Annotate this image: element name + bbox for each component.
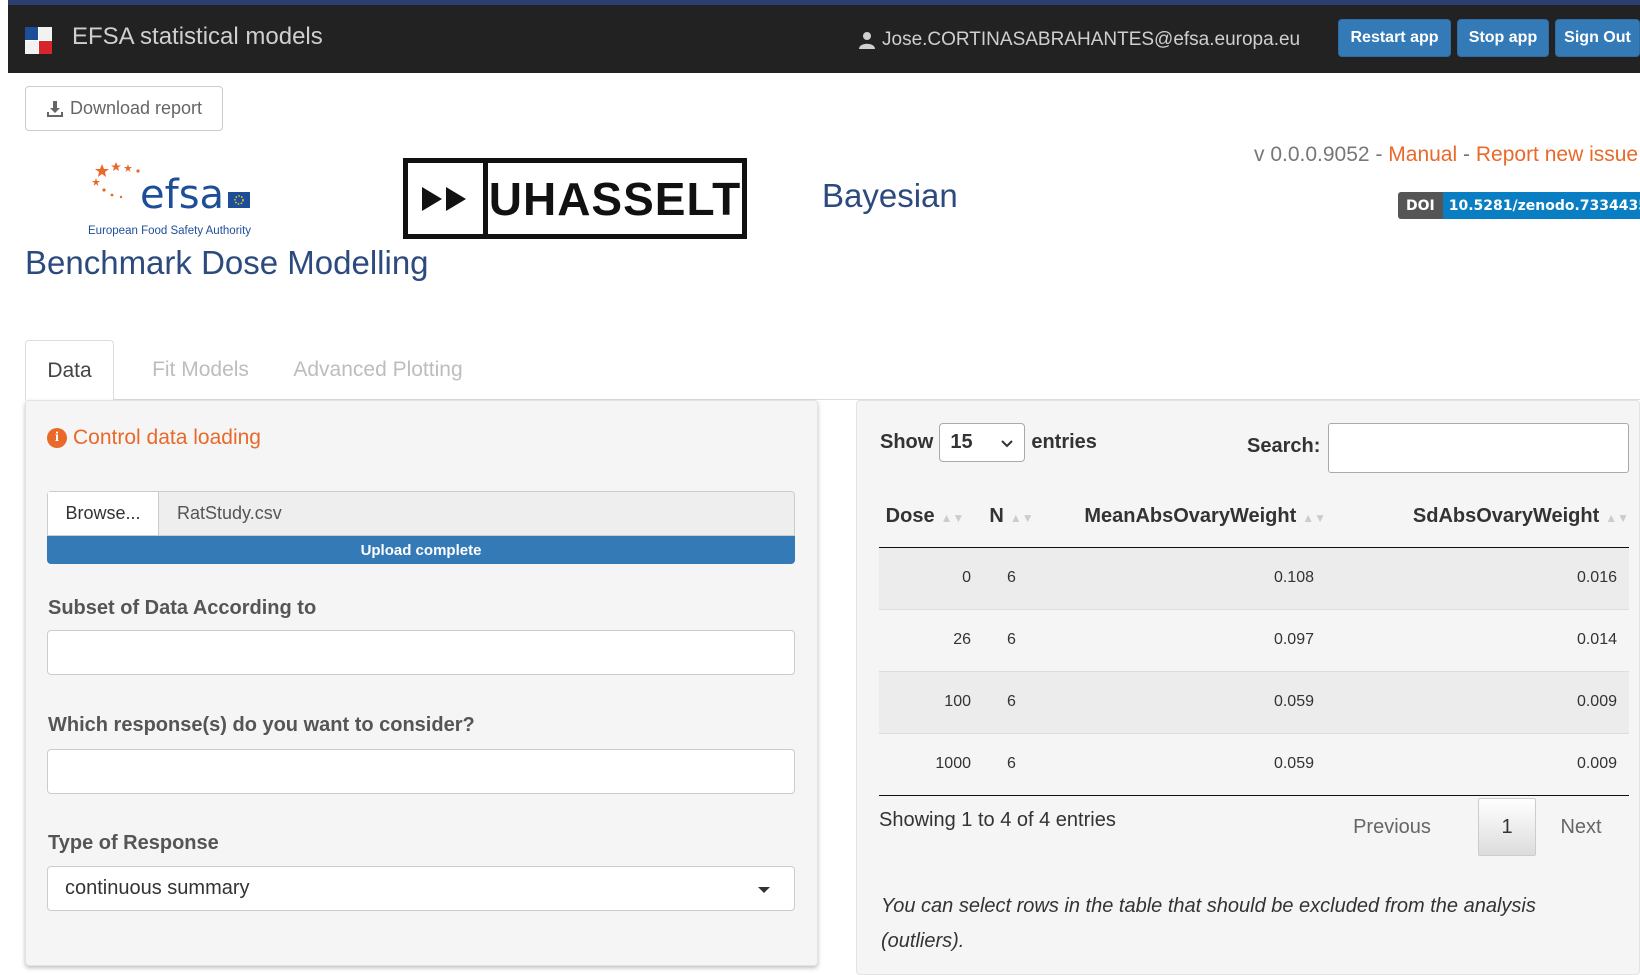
efsa-brand-icon — [25, 27, 52, 54]
version-text: v 0.0.0.9052 — [1254, 143, 1370, 166]
subset-input[interactable] — [47, 630, 795, 675]
cell-dose: 0 — [879, 546, 979, 609]
doi-badge-label: DOI — [1398, 192, 1443, 219]
cell-mean: 0.059 — [1044, 732, 1334, 796]
uhasselt-logo: UHASSELT — [403, 158, 747, 239]
column-header-n[interactable]: N ▲▼ — [979, 487, 1044, 548]
file-upload-input: Browse... RatStudy.csv — [47, 491, 795, 536]
uploaded-file-name: RatStudy.csv — [177, 503, 282, 523]
bayesian-label: Bayesian — [822, 177, 958, 214]
cell-dose: 1000 — [879, 732, 979, 796]
response-type-value: continuous summary — [65, 877, 250, 899]
show-label: Show — [880, 431, 934, 453]
response-label: Which response(s) do you want to conside… — [48, 714, 475, 736]
page-length-select[interactable]: 15 — [939, 423, 1026, 462]
cell-mean: 0.108 — [1044, 546, 1334, 609]
data-table-panel: Show 15 entries Search: Dose ▲▼ N ▲▼ MeanA… — [856, 400, 1640, 975]
cell-sd: 0.009 — [1334, 670, 1629, 733]
cell-dose: 26 — [879, 608, 979, 671]
column-header-dose[interactable]: Dose ▲▼ — [879, 487, 979, 548]
efsa-logo-subtitle: European Food Safety Authority — [88, 225, 251, 237]
page-title: Benchmark Dose Modelling — [25, 244, 429, 281]
version-line: v 0.0.0.9052 - Manual - Report new issue — [1254, 143, 1639, 166]
cell-sd: 0.009 — [1334, 732, 1629, 796]
subset-label: Subset of Data According to — [48, 597, 317, 619]
cell-n: 6 — [979, 670, 1044, 733]
cell-n: 6 — [979, 608, 1044, 671]
user-icon — [859, 32, 875, 49]
sort-icon: ▲▼ — [1302, 511, 1326, 526]
response-type-select[interactable]: continuous summary — [47, 866, 795, 911]
next-page-button[interactable]: Next — [1551, 798, 1611, 856]
tab-fit-models[interactable]: Fit Models — [138, 340, 263, 400]
user-email: Jose.CORTINASABRAHANTES@efsa.europa.eu — [882, 29, 1301, 50]
previous-page-button[interactable]: Previous — [1347, 798, 1437, 856]
main-tabs: Data Fit Models Advanced Plotting — [25, 340, 1640, 401]
control-data-loading-title: Control data loading — [73, 426, 261, 449]
stop-app-button[interactable]: Stop app — [1457, 19, 1549, 57]
entries-label: entries — [1031, 431, 1097, 453]
download-icon — [46, 100, 63, 117]
table-row[interactable]: 1000 6 0.059 0.009 — [879, 732, 1629, 796]
chevron-down-icon — [1001, 440, 1014, 448]
cell-sd: 0.016 — [1334, 546, 1629, 609]
cell-mean: 0.097 — [1044, 608, 1334, 671]
data-table: Dose ▲▼ N ▲▼ MeanAbsOvaryWeight ▲▼ SdAbsOva… — [879, 487, 1629, 796]
tab-advanced-plotting[interactable]: Advanced Plotting — [283, 340, 473, 400]
top-navbar: EFSA statistical models Jose.CORTINASABR… — [8, 0, 1640, 73]
sort-icon: ▲▼ — [940, 511, 965, 526]
tab-data[interactable]: Data — [25, 340, 114, 401]
caret-down-icon — [758, 887, 770, 893]
manual-link[interactable]: Manual — [1388, 143, 1457, 166]
data-loading-panel: i Control data loading Browse... RatStud… — [25, 400, 818, 966]
control-data-loading-header[interactable]: i Control data loading — [47, 426, 261, 450]
restart-app-button[interactable]: Restart app — [1338, 19, 1451, 57]
column-header-sd[interactable]: SdAbsOvaryWeight ▲▼ — [1334, 487, 1629, 548]
doi-badge-value: 10.5281/zenodo.7334435 — [1442, 192, 1640, 219]
efsa-logo: efsa European Food Safety Authority — [88, 158, 268, 240]
sort-icon: ▲▼ — [1605, 511, 1629, 526]
page-length-value: 15 — [950, 431, 973, 453]
doi-badge[interactable]: DOI 10.5281/zenodo.7334435 — [1398, 192, 1640, 219]
page-length-control: Show 15 entries — [880, 423, 1097, 462]
page-1-button[interactable]: 1 — [1478, 798, 1536, 856]
info-icon: i — [47, 428, 67, 448]
search-label: Search: — [1247, 435, 1321, 457]
download-report-button[interactable]: Download report — [25, 86, 223, 131]
response-input[interactable] — [47, 749, 795, 794]
cell-n: 6 — [979, 732, 1044, 796]
table-header-row: Dose ▲▼ N ▲▼ MeanAbsOvaryWeight ▲▼ SdAbsOva… — [879, 487, 1629, 548]
fast-forward-icon — [408, 163, 488, 234]
table-row[interactable]: 26 6 0.097 0.014 — [879, 608, 1629, 671]
column-header-mean[interactable]: MeanAbsOvaryWeight ▲▼ — [1044, 487, 1334, 548]
browse-button[interactable]: Browse... — [48, 492, 159, 535]
outlier-note: You can select rows in the table that sh… — [881, 895, 1536, 952]
search-input[interactable] — [1328, 423, 1629, 473]
efsa-logo-text: efsa — [140, 172, 224, 218]
cell-n: 6 — [979, 546, 1044, 609]
navbar-title: EFSA statistical models — [72, 23, 323, 50]
response-type-label: Type of Response — [48, 832, 219, 854]
report-issue-link[interactable]: Report new issue — [1476, 143, 1638, 166]
upload-progress-bar: Upload complete — [47, 536, 795, 564]
table-info: Showing 1 to 4 of 4 entries — [879, 809, 1116, 831]
cell-mean: 0.059 — [1044, 670, 1334, 733]
cell-sd: 0.014 — [1334, 608, 1629, 671]
table-row[interactable]: 0 6 0.108 0.016 — [879, 546, 1629, 609]
table-row[interactable]: 100 6 0.059 0.009 — [879, 670, 1629, 733]
cell-dose: 100 — [879, 670, 979, 733]
user-info: Jose.CORTINASABRAHANTES@efsa.europa.eu — [858, 29, 1300, 51]
sort-icon: ▲▼ — [1009, 511, 1034, 526]
download-report-label: Download report — [69, 98, 203, 118]
uhasselt-logo-text: UHASSELT — [488, 172, 742, 225]
sign-out-button[interactable]: Sign Out — [1555, 19, 1640, 57]
